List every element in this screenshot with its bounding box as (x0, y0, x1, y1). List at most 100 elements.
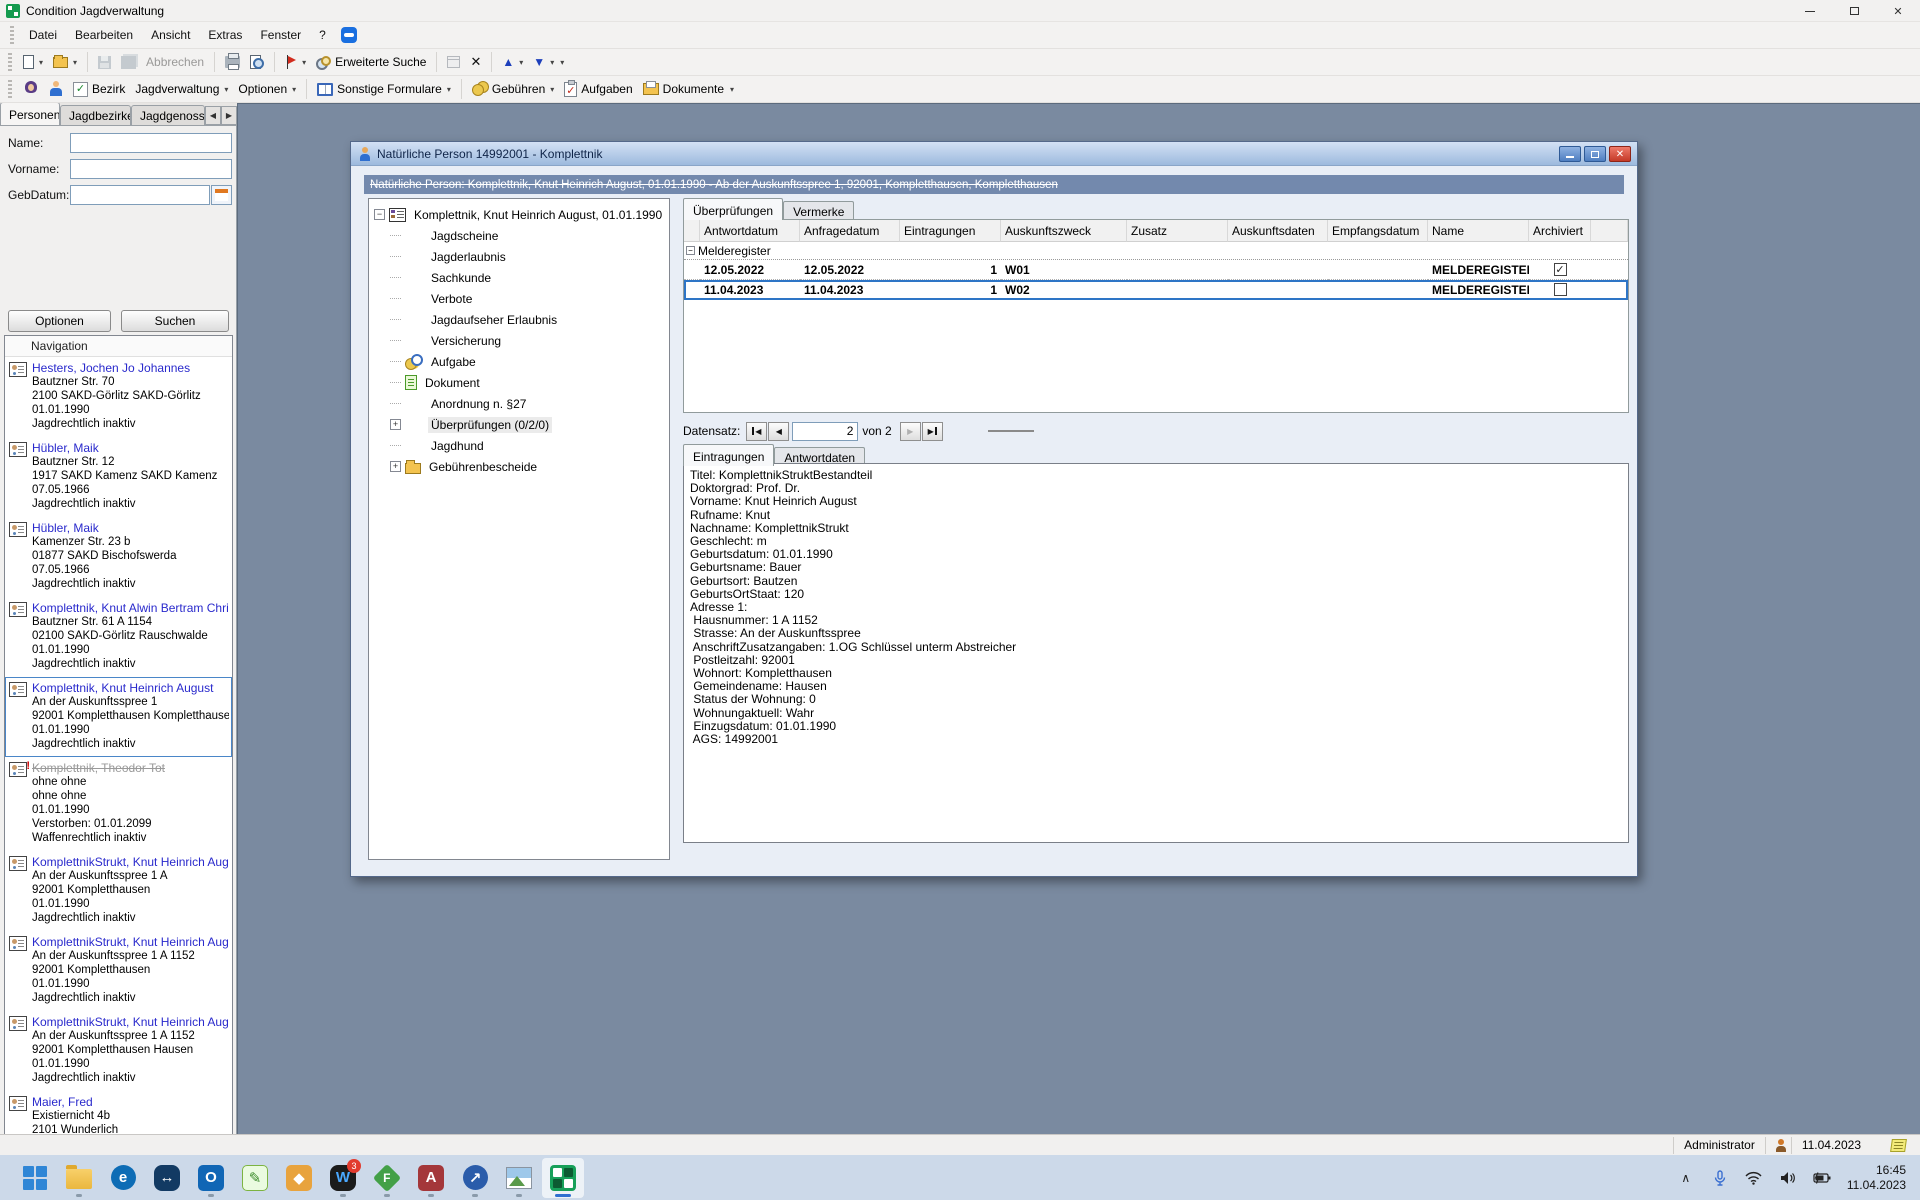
column-header-anfragedatum[interactable]: Anfragedatum (800, 220, 900, 242)
print-button[interactable] (220, 54, 245, 70)
menu-item-datei[interactable]: Datei (20, 25, 66, 45)
taskbar-icon-blue-app[interactable]: ↗ (454, 1158, 496, 1198)
tree-item[interactable]: Jagdscheine (369, 225, 669, 246)
wifi-icon[interactable] (1745, 1169, 1763, 1187)
filter-button[interactable]: ▾ (280, 53, 311, 71)
erweiterte-suche-button[interactable]: Erweiterte Suche (311, 53, 431, 71)
taskbar-icon-start[interactable] (14, 1158, 56, 1198)
taskbar-icon-edge[interactable]: e (102, 1158, 144, 1198)
jagdverwaltung-menu[interactable]: Jagdverwaltung▾ (130, 80, 233, 98)
tree-item[interactable]: Verbote (369, 288, 669, 309)
eintragungen-text-panel[interactable]: Titel: KomplettnikStruktBestandteil Dokt… (683, 463, 1629, 843)
column-header-archiviert[interactable]: Archiviert (1529, 220, 1591, 242)
record-number-box[interactable]: 2 (792, 422, 858, 441)
last-record-button[interactable]: ▶ (922, 422, 943, 441)
menu-item-?[interactable]: ? (310, 25, 335, 45)
dialog-close-button[interactable]: ✕ (1609, 146, 1631, 162)
column-header-auskunftsdaten[interactable]: Auskunftsdaten (1228, 220, 1328, 242)
collapse-icon[interactable]: − (686, 246, 695, 255)
table-row[interactable]: 12.05.202212.05.20221W01MELDEREGISTER✓ (684, 260, 1628, 280)
tab-scroll-left-button[interactable]: ◀ (205, 106, 221, 125)
tab-vermerke[interactable]: Vermerke (783, 201, 854, 220)
delete-button[interactable]: ✕ (465, 52, 486, 72)
minimize-button[interactable] (1788, 0, 1832, 22)
column-header-eintragungen[interactable]: Eintragungen (900, 220, 1001, 242)
plus-expander-icon[interactable]: + (390, 419, 401, 430)
tab-eintragungen[interactable]: Eintragungen (683, 444, 774, 466)
tree-item[interactable]: +Gebührenbescheide (369, 456, 669, 477)
toolbar-overflow-icon[interactable]: ▾ (730, 85, 734, 94)
taskbar-icon-forms-app[interactable]: ◆ (278, 1158, 320, 1198)
list-item[interactable]: KomplettnikStrukt, Knut Heinrich AugustA… (5, 1011, 232, 1091)
maximize-button[interactable] (1832, 0, 1876, 22)
tree-item[interactable]: Anordnung n. §27 (369, 393, 669, 414)
list-item[interactable]: !Komplettnik, Theodor Totohne ohneohne o… (5, 757, 232, 851)
menu-item-ansicht[interactable]: Ansicht (142, 25, 199, 45)
table-group-row[interactable]: − Melderegister (684, 242, 1628, 260)
first-record-button[interactable]: ◀ (746, 422, 767, 441)
vorname-input[interactable] (70, 159, 232, 179)
menu-item-bearbeiten[interactable]: Bearbeiten (66, 25, 142, 45)
list-item[interactable]: KomplettnikStrukt, Knut Heinrich AugustA… (5, 931, 232, 1011)
taskbar-icon-file-explorer[interactable] (58, 1158, 100, 1198)
microphone-icon[interactable] (1711, 1169, 1729, 1187)
tab-scroll-right-button[interactable]: ▶ (221, 106, 237, 125)
minus-expander-icon[interactable]: − (374, 209, 385, 220)
column-header-antwortdatum[interactable]: Antwortdatum (700, 220, 800, 242)
name-input[interactable] (70, 133, 232, 153)
battery-icon[interactable] (1813, 1169, 1831, 1187)
dokumente-button[interactable]: Dokumente (638, 80, 729, 98)
personen-suche-button[interactable] (18, 79, 44, 99)
taskbar-icon-outlook[interactable]: O (190, 1158, 232, 1198)
tab-ueberpruefungen[interactable]: Überprüfungen (683, 198, 783, 220)
list-item[interactable]: Komplettnik, Knut Heinrich AugustAn der … (5, 677, 232, 757)
tab-jagdbezirke[interactable]: Jagdbezirke (60, 105, 131, 125)
menu-item-extras[interactable]: Extras (199, 25, 251, 45)
previous-record-button[interactable]: ◀ (768, 422, 789, 441)
taskbar-icon-f-app[interactable]: F (366, 1158, 408, 1198)
gebdatum-input[interactable] (70, 185, 210, 205)
dialog-titlebar[interactable]: Natürliche Person 14992001 - Komplettnik… (351, 142, 1637, 166)
gebuehren-button[interactable]: Gebühren▾ (467, 80, 559, 98)
taskbar-icon-text-editor[interactable]: ✎ (234, 1158, 276, 1198)
list-item[interactable]: Hesters, Jochen Jo JohannesBautzner Str.… (5, 357, 232, 437)
column-header-empfangsdatum[interactable]: Empfangsdatum (1328, 220, 1428, 242)
dialog-minimize-button[interactable] (1559, 146, 1581, 162)
sonstige-formulare-button[interactable]: Sonstige Formulare▾ (312, 80, 456, 98)
print-preview-button[interactable] (245, 53, 269, 71)
table-row[interactable]: 11.04.202311.04.20231W02MELDEREGISTER (684, 280, 1628, 300)
archiviert-checkbox[interactable] (1554, 283, 1567, 296)
tab-personen[interactable]: Personen (0, 103, 60, 125)
tree-item[interactable]: Jagdaufseher Erlaubnis (369, 309, 669, 330)
tree-item[interactable]: Jagdhund (369, 435, 669, 456)
suchen-button[interactable]: Suchen (121, 310, 229, 332)
volume-icon[interactable] (1779, 1169, 1797, 1187)
close-button[interactable]: ✕ (1876, 0, 1920, 22)
column-header-name[interactable]: Name (1428, 220, 1529, 242)
list-item[interactable]: Komplettnik, Knut Alwin Bertram ChristBa… (5, 597, 232, 677)
menu-item-fenster[interactable]: Fenster (251, 25, 310, 45)
tree-item[interactable]: Sachkunde (369, 267, 669, 288)
column-header-auskunftszweck[interactable]: Auskunftszweck (1001, 220, 1127, 242)
new-button[interactable]: ▾ (18, 53, 48, 71)
taskbar-icon-image-app[interactable] (498, 1158, 540, 1198)
tree-item[interactable]: Dokument (369, 372, 669, 393)
list-item[interactable]: Hübler, MaikKamenzer Str. 23 b01877 SAKD… (5, 517, 232, 597)
dialog-maximize-button[interactable] (1584, 146, 1606, 162)
list-item[interactable]: Hübler, MaikBautzner Str. 121917 SAKD Ka… (5, 437, 232, 517)
taskbar-icon-teamviewer[interactable]: ↔ (146, 1158, 188, 1198)
person-button[interactable] (44, 79, 68, 99)
taskbar-icon-condition[interactable] (542, 1158, 584, 1198)
tree-item[interactable]: −Komplettnik, Knut Heinrich August, 01.0… (369, 204, 669, 225)
calendar-button[interactable] (211, 185, 232, 205)
taskbar-icon-webex[interactable]: W3 (322, 1158, 364, 1198)
plus-expander-icon[interactable]: + (390, 461, 401, 472)
tree-item[interactable]: Aufgabe (369, 351, 669, 372)
aufgaben-button[interactable]: ✓Aufgaben (559, 80, 637, 99)
toolbar-overflow-icon[interactable]: ▾ (560, 58, 564, 67)
taskbar-clock[interactable]: 16:45 11.04.2023 (1847, 1163, 1906, 1193)
tree-item[interactable]: Versicherung (369, 330, 669, 351)
archiviert-checkbox[interactable]: ✓ (1554, 263, 1567, 276)
taskbar-icon-access[interactable]: A (410, 1158, 452, 1198)
move-down-button[interactable]: ▼▾ (528, 53, 559, 71)
